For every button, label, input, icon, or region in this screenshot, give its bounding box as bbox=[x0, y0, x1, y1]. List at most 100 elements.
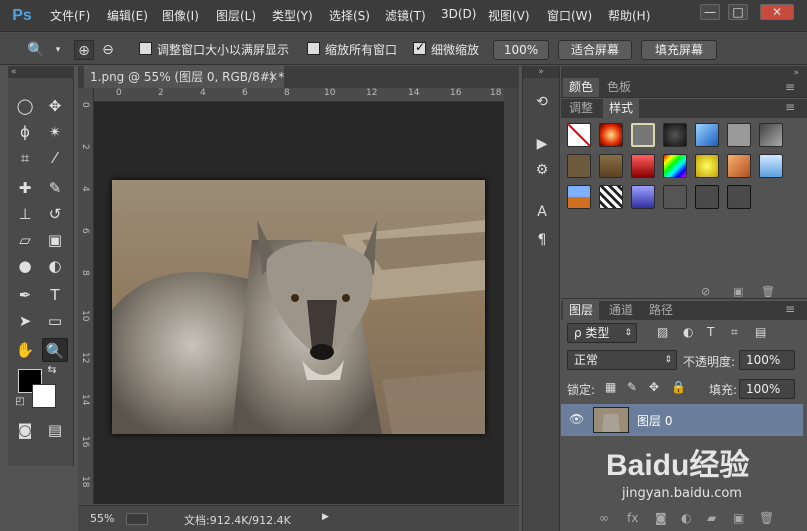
lock-all-icon[interactable]: 🔒 bbox=[671, 380, 686, 394]
swap-colors-icon[interactable]: ⇆ bbox=[44, 362, 60, 378]
lock-position-icon[interactable]: ✥ bbox=[649, 380, 659, 394]
tab-paths[interactable]: 路径 bbox=[643, 301, 679, 320]
screen-mode-icon[interactable]: ▤ bbox=[42, 418, 68, 442]
status-menu-arrow-icon[interactable]: ▶ bbox=[322, 512, 329, 522]
layer-filter-select[interactable]: ρ 类型 ⇕ bbox=[567, 323, 637, 343]
zoom-out-icon[interactable]: ⊖ bbox=[98, 40, 118, 60]
opacity-input[interactable]: 100% bbox=[739, 350, 795, 370]
delete-style-icon[interactable]: 🗑 bbox=[761, 285, 775, 298]
chevron-down-icon[interactable]: ▾ bbox=[48, 40, 68, 60]
menu-help[interactable]: 帮助(H) bbox=[608, 7, 650, 24]
background-color-swatch[interactable] bbox=[32, 384, 56, 408]
panel-menu-icon[interactable]: ≡ bbox=[785, 80, 795, 94]
healing-brush-tool-icon[interactable]: ✚ bbox=[12, 176, 38, 200]
path-selection-tool-icon[interactable]: ➤ bbox=[12, 309, 38, 333]
layers-menu-icon[interactable]: ≡ bbox=[785, 302, 795, 316]
tab-color[interactable]: 颜色 bbox=[563, 78, 600, 97]
tab-layers[interactable]: 图层 bbox=[563, 301, 600, 320]
marquee-tool-icon[interactable]: ◯ bbox=[12, 94, 38, 118]
styles-menu-icon[interactable]: ≡ bbox=[785, 100, 795, 114]
link-layers-icon[interactable]: ∞ bbox=[599, 511, 609, 525]
actual-pixels-button[interactable]: 100% bbox=[493, 40, 549, 60]
menu-image[interactable]: 图像(I) bbox=[162, 7, 199, 24]
status-options-icon[interactable] bbox=[126, 513, 148, 525]
layer-row[interactable]: 👁 图层 0 bbox=[561, 404, 803, 436]
tab-channels[interactable]: 通道 bbox=[603, 301, 639, 320]
style-swatch[interactable] bbox=[727, 154, 751, 178]
style-swatch[interactable] bbox=[663, 185, 687, 209]
clone-stamp-tool-icon[interactable]: ⊥ bbox=[12, 202, 38, 226]
fx-icon[interactable]: fx bbox=[627, 511, 638, 525]
pen-tool-icon[interactable]: ✒ bbox=[12, 283, 38, 307]
style-swatch[interactable] bbox=[599, 154, 623, 178]
style-swatch[interactable] bbox=[599, 123, 623, 147]
adjustment-layer-icon[interactable]: ◐ bbox=[681, 511, 691, 525]
delete-layer-icon[interactable]: 🗑 bbox=[759, 511, 774, 525]
style-none[interactable] bbox=[567, 123, 591, 147]
lock-pixels-icon[interactable]: ✎ bbox=[627, 380, 637, 394]
style-swatch[interactable] bbox=[759, 154, 783, 178]
type-tool-icon[interactable]: T bbox=[42, 283, 68, 307]
tab-styles[interactable]: 样式 bbox=[603, 99, 640, 118]
new-layer-icon[interactable]: ▣ bbox=[733, 511, 744, 525]
dodge-tool-icon[interactable]: ◐ bbox=[42, 254, 68, 278]
style-swatch[interactable] bbox=[631, 123, 655, 147]
style-swatch[interactable] bbox=[695, 123, 719, 147]
history-panel-icon[interactable]: ⟲ bbox=[532, 92, 552, 112]
tab-swatches[interactable]: 色板 bbox=[601, 78, 637, 97]
style-swatch[interactable] bbox=[695, 154, 719, 178]
actions-panel-icon[interactable]: ▶ bbox=[532, 134, 552, 154]
scrubby-zoom-checkbox[interactable] bbox=[413, 40, 426, 55]
menu-3d[interactable]: 3D(D) bbox=[441, 7, 476, 21]
dock-collapse-icon[interactable]: » bbox=[523, 66, 559, 78]
eraser-tool-icon[interactable]: ▱ bbox=[12, 228, 38, 252]
group-icon[interactable]: ▰ bbox=[707, 511, 716, 525]
canvas-vertical-scrollbar[interactable] bbox=[504, 88, 519, 504]
zoom-level[interactable]: 55% bbox=[90, 512, 114, 525]
clear-style-icon[interactable]: ⊘ bbox=[701, 285, 710, 298]
lock-transparent-icon[interactable]: ▦ bbox=[605, 380, 616, 394]
style-swatch[interactable] bbox=[599, 185, 623, 209]
eye-icon[interactable]: 👁 bbox=[569, 412, 584, 426]
default-colors-icon[interactable]: ◰ bbox=[12, 394, 28, 410]
gradient-tool-icon[interactable]: ▣ bbox=[42, 228, 68, 252]
minimize-button[interactable]: — bbox=[700, 4, 720, 20]
style-swatch[interactable] bbox=[631, 154, 655, 178]
style-swatch[interactable] bbox=[727, 185, 751, 209]
menu-edit[interactable]: 编辑(E) bbox=[107, 7, 148, 24]
rectangle-tool-icon[interactable]: ▭ bbox=[42, 309, 68, 333]
magic-wand-tool-icon[interactable]: ✴ bbox=[42, 120, 68, 144]
close-button[interactable]: ✕ bbox=[760, 4, 794, 20]
resize-windows-checkbox[interactable] bbox=[139, 42, 152, 55]
canvas-area[interactable] bbox=[94, 102, 504, 504]
move-tool-icon[interactable]: ✥ bbox=[42, 94, 68, 118]
style-swatch[interactable] bbox=[631, 185, 655, 209]
filter-shape-icon[interactable]: ⌗ bbox=[731, 325, 738, 340]
lasso-tool-icon[interactable]: ϕ bbox=[12, 120, 38, 144]
filter-type-icon[interactable]: T bbox=[707, 325, 714, 339]
style-swatch[interactable] bbox=[663, 154, 687, 178]
style-swatch[interactable] bbox=[567, 154, 591, 178]
character-panel-icon[interactable]: A bbox=[532, 202, 552, 222]
filter-pixel-icon[interactable]: ▨ bbox=[657, 325, 668, 339]
style-swatch[interactable] bbox=[663, 123, 687, 147]
close-tab-icon[interactable]: ✕ bbox=[268, 66, 278, 88]
filter-smart-object-icon[interactable]: ▤ bbox=[755, 325, 766, 339]
zoom-in-icon[interactable]: ⊕ bbox=[74, 40, 94, 60]
blur-tool-icon[interactable]: ● bbox=[12, 254, 38, 278]
fit-screen-button[interactable]: 适合屏幕 bbox=[558, 40, 632, 60]
menu-type[interactable]: 类型(Y) bbox=[272, 7, 313, 24]
menu-select[interactable]: 选择(S) bbox=[329, 7, 370, 24]
fill-screen-button[interactable]: 填充屏幕 bbox=[641, 40, 717, 60]
style-swatch[interactable] bbox=[727, 123, 751, 147]
restore-button[interactable]: □ bbox=[728, 4, 748, 20]
quick-mask-icon[interactable]: ◙ bbox=[12, 418, 38, 442]
menu-file[interactable]: 文件(F) bbox=[50, 7, 90, 24]
panel-collapse-icon[interactable]: » bbox=[793, 68, 799, 78]
filter-adjustment-icon[interactable]: ◐ bbox=[683, 325, 693, 339]
fill-input[interactable]: 100% bbox=[739, 379, 795, 399]
style-swatch[interactable] bbox=[695, 185, 719, 209]
zoom-tool-icon[interactable]: 🔍 bbox=[42, 338, 68, 362]
menu-window[interactable]: 窗口(W) bbox=[547, 7, 592, 24]
crop-tool-icon[interactable]: ⌗ bbox=[12, 146, 38, 170]
